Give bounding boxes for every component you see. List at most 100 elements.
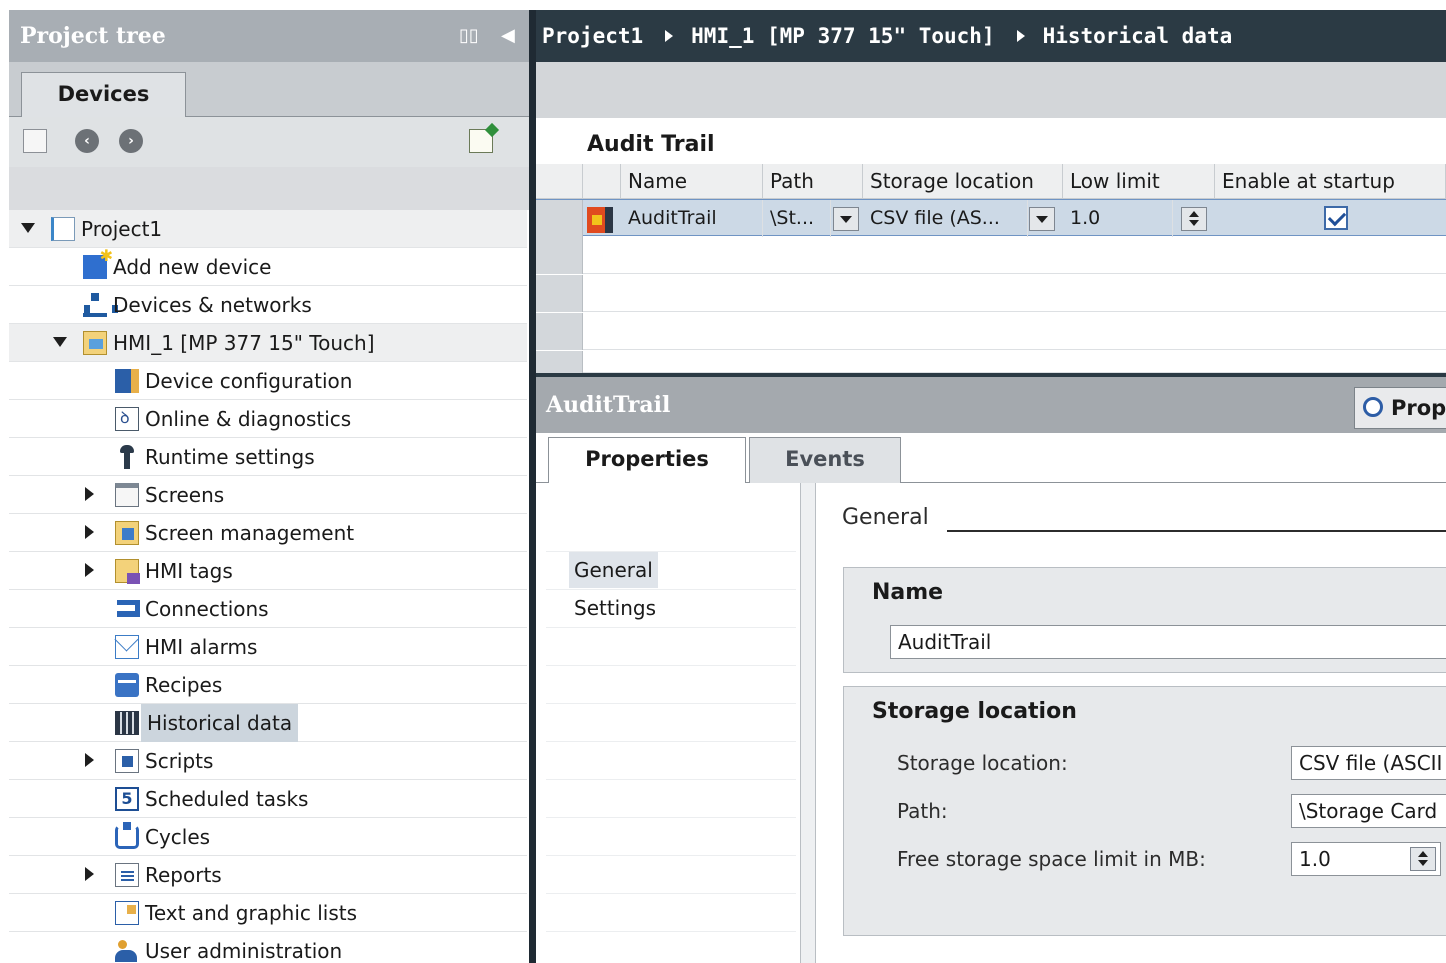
enable-at-startup-checkbox[interactable]: [1324, 206, 1348, 230]
storage-dropdown-icon[interactable]: [1029, 207, 1055, 231]
cell-path[interactable]: \St...: [763, 200, 831, 237]
column-header-name[interactable]: Name: [621, 164, 763, 199]
tree-item[interactable]: HMI_1 [MP 377 15" Touch]: [9, 324, 527, 362]
tree-item[interactable]: HMI tags: [9, 552, 527, 590]
tree-item-label: Add new device: [113, 255, 272, 279]
cell-name[interactable]: AuditTrail: [621, 200, 763, 237]
row-header[interactable]: [536, 275, 583, 312]
audit-trail-table: Audit Trail Name Path Storage location L…: [536, 118, 1446, 373]
user-admin-icon: [115, 939, 139, 963]
breadcrumb-project[interactable]: Project1: [542, 24, 643, 48]
tree-item[interactable]: Scripts: [9, 742, 527, 780]
expand-open-icon[interactable]: [53, 337, 67, 347]
tree-item[interactable]: Online & diagnostics: [9, 400, 527, 438]
new-item-icon[interactable]: [23, 129, 47, 153]
nav-item-general[interactable]: General: [569, 552, 658, 588]
tree-item-label: Cycles: [145, 825, 211, 849]
cell-storage-location[interactable]: CSV file (AS...: [863, 200, 1028, 237]
tree-item[interactable]: Connections: [9, 590, 527, 628]
mail-icon: [115, 635, 139, 659]
magnifier-icon: [1363, 397, 1383, 417]
section-heading-rule: [947, 530, 1446, 532]
tree-item-label: Screen management: [145, 521, 355, 545]
reports-icon: [115, 863, 139, 887]
tree-item-label: Reports: [145, 863, 222, 887]
row-header-corner: [536, 164, 583, 199]
row-header[interactable]: [536, 313, 583, 350]
project-tree-title: Project tree: [20, 23, 166, 49]
column-header-low-limit[interactable]: Low limit: [1063, 164, 1215, 199]
tree-item[interactable]: Project1: [9, 210, 527, 248]
tree-item[interactable]: Add new device: [9, 246, 527, 286]
expand-closed-icon[interactable]: [85, 867, 94, 881]
table-row[interactable]: [536, 313, 1446, 350]
name-field[interactable]: AuditTrail: [890, 625, 1446, 659]
section-heading-general: General: [842, 505, 929, 530]
path-field[interactable]: \Storage Card: [1291, 794, 1446, 828]
expand-closed-icon[interactable]: [85, 563, 94, 577]
cell-low-limit[interactable]: 1.0: [1063, 200, 1173, 237]
tree-item[interactable]: Recipes: [9, 666, 527, 704]
editor-toolbar: [536, 62, 1446, 118]
tree-item[interactable]: Devices & networks: [9, 286, 527, 324]
project-tree: Project1 Add new device Devices & networks…: [9, 210, 529, 963]
storage-location-group: Storage location Storage location: CSV f…: [843, 686, 1446, 936]
row-header[interactable]: [536, 237, 583, 274]
panel-layout-icon[interactable]: ▯▯: [459, 10, 479, 62]
tree-item[interactable]: Runtime settings: [9, 438, 527, 476]
back-icon[interactable]: ‹: [75, 129, 99, 153]
path-dropdown-icon[interactable]: [833, 207, 859, 231]
forward-icon[interactable]: ›: [119, 129, 143, 153]
table-row[interactable]: AuditTrail \St... CSV file (AS... 1.0: [536, 199, 1446, 237]
breadcrumb-separator-icon: [665, 30, 674, 42]
tree-item[interactable]: Reports: [9, 856, 527, 894]
tab-devices[interactable]: Devices: [21, 72, 186, 118]
breadcrumb-device[interactable]: HMI_1 [MP 377 15" Touch]: [691, 24, 994, 48]
tree-item[interactable]: Text and graphic lists: [9, 894, 527, 932]
folder-icon: [115, 483, 139, 507]
nav-divider: [546, 817, 796, 818]
inspector-content: General Name AuditTrail Storage location…: [816, 483, 1446, 963]
tree-item[interactable]: Screen management: [9, 514, 527, 552]
tree-item[interactable]: Screens: [9, 476, 527, 514]
low-limit-spinner-icon[interactable]: [1181, 207, 1207, 231]
project-tree-tabstrip: Devices: [9, 62, 529, 118]
tree-item[interactable]: User administration: [9, 932, 527, 963]
nav-divider: [546, 779, 796, 780]
tree-item-label: Runtime settings: [145, 445, 315, 469]
nav-item-settings[interactable]: Settings: [569, 590, 661, 626]
tree-item[interactable]: HMI alarms: [9, 628, 527, 666]
expand-open-icon[interactable]: [21, 223, 35, 233]
expand-closed-icon[interactable]: [85, 753, 94, 767]
inspector-properties-tab[interactable]: Prop: [1354, 387, 1446, 429]
tree-item[interactable]: Device configuration: [9, 362, 527, 400]
hmi-tags-icon: [115, 559, 140, 584]
tab-events[interactable]: Events: [749, 437, 901, 483]
column-header-storage-location[interactable]: Storage location: [863, 164, 1063, 199]
tree-item[interactable]: 5 Scheduled tasks: [9, 780, 527, 818]
inspector-scrollbar[interactable]: [801, 483, 816, 963]
row-header[interactable]: [536, 200, 583, 237]
table-row[interactable]: [536, 275, 1446, 312]
tree-item-label: HMI alarms: [145, 635, 258, 659]
tree-item[interactable]: Cycles: [9, 818, 527, 856]
breadcrumb-page[interactable]: Historical data: [1043, 24, 1233, 48]
storage-location-select[interactable]: CSV file (ASCII: [1291, 746, 1446, 780]
overview-icon[interactable]: [469, 129, 493, 153]
expand-closed-icon[interactable]: [85, 525, 94, 539]
column-header-path[interactable]: Path: [763, 164, 863, 199]
expand-closed-icon[interactable]: [85, 487, 94, 501]
tab-properties[interactable]: Properties: [548, 437, 746, 484]
nav-divider: [546, 627, 796, 628]
tree-item-label: Device configuration: [145, 369, 353, 393]
panel-splitter[interactable]: [529, 10, 536, 963]
row-header[interactable]: [536, 351, 583, 373]
project-icon: [51, 217, 75, 241]
table-row[interactable]: [536, 351, 1446, 373]
collapse-left-icon[interactable]: ◀: [501, 10, 515, 62]
tree-item-label: Text and graphic lists: [145, 901, 358, 925]
free-space-spinner-icon[interactable]: [1410, 847, 1436, 871]
column-header-enable-at-startup[interactable]: Enable at startup: [1215, 164, 1446, 199]
tree-item[interactable]: Historical data: [9, 704, 527, 742]
table-row[interactable]: [536, 237, 1446, 274]
